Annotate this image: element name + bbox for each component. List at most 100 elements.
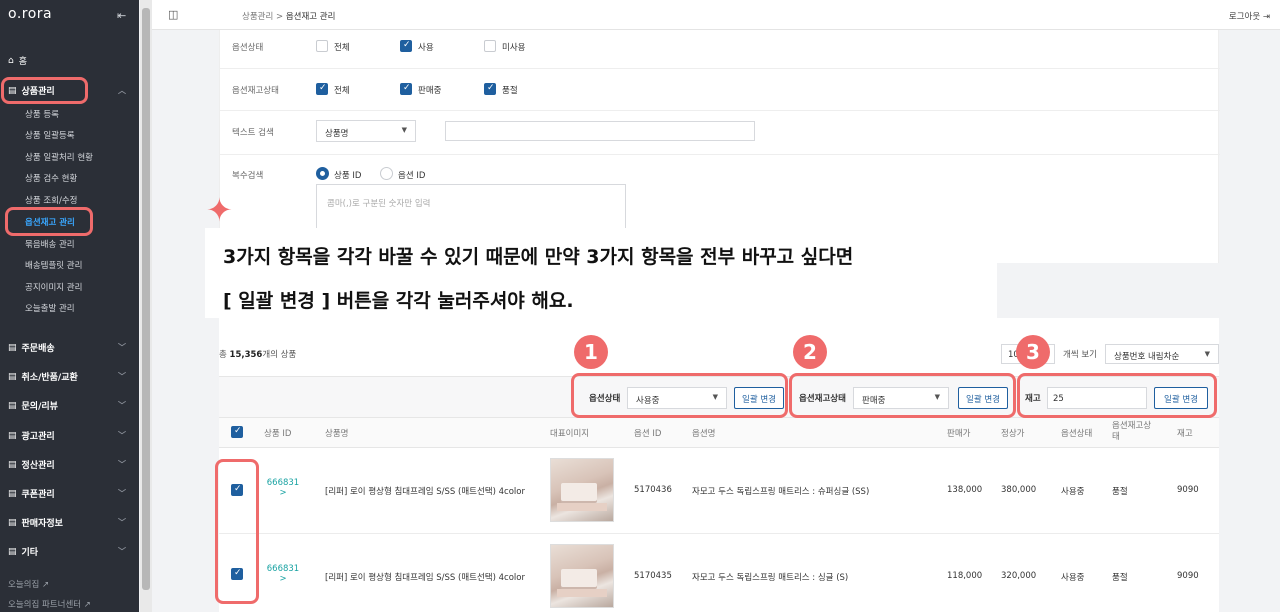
- logo: o.rora: [8, 6, 53, 22]
- header-stock-status: 옵션재고상태: [1112, 421, 1152, 442]
- stock-status-all-label: 전체: [334, 86, 350, 96]
- stock-status-selling-checkbox[interactable]: [400, 83, 412, 95]
- stock-status-soldout-label: 품절: [502, 86, 518, 96]
- badge-2: 2: [793, 335, 827, 369]
- text-search-label: 텍스트 검색: [232, 128, 274, 138]
- product-thumbnail: [550, 458, 614, 522]
- option-status-used-label: 사용: [418, 43, 434, 53]
- view-label: 개씩 보기: [1063, 350, 1097, 360]
- external-link-ohouse[interactable]: 오늘의집 ↗: [8, 578, 49, 590]
- text-search-input[interactable]: [445, 121, 755, 141]
- price: 118,000: [947, 571, 983, 581]
- option-status-all-checkbox[interactable]: [316, 40, 328, 52]
- sidebar-item-bulk-register[interactable]: 상품 일괄등록: [25, 129, 75, 141]
- logout-button[interactable]: 로그아웃 ⇥: [1229, 10, 1270, 22]
- sidebar-section-coupon[interactable]: ▤ 쿠폰관리 ﹀: [8, 487, 130, 501]
- table-header: 상품 ID 상품명 대표이미지 옵션 ID 옵션명 판매가 정상가 옵션상태 옵…: [219, 418, 1219, 448]
- option-id: 5170435: [634, 571, 672, 581]
- multi-search-textarea[interactable]: 콤마(,)로 구분된 숫자만 입력: [316, 184, 626, 230]
- sidebar-section-inquiry[interactable]: ▤ 문의/리뷰 ﹀: [8, 399, 130, 413]
- stock-status-all-checkbox[interactable]: [316, 83, 328, 95]
- caret-down-icon: ▼: [1204, 350, 1210, 358]
- external-link-icon: ↗: [41, 580, 50, 590]
- chevron-down-icon: ﹀: [118, 518, 126, 527]
- header-stock: 재고: [1177, 429, 1193, 439]
- sidebar-section-seller[interactable]: ▤ 판매자정보 ﹀: [8, 516, 130, 530]
- sidebar-item-home[interactable]: ⌂ 홈: [8, 54, 27, 68]
- topbar: ◫ 상품관리 > 옵션재고 관리 로그아웃 ⇥: [152, 0, 1280, 30]
- annotation-line-2: [ 일괄 변경 ] 버튼을 각각 눌러주셔야 해요.: [223, 290, 574, 312]
- sidebar-section-cancel[interactable]: ▤ 취소/반품/교환 ﹀: [8, 370, 130, 384]
- list-price: 380,000: [1001, 485, 1037, 495]
- chevron-up-icon: ︿: [118, 86, 126, 95]
- document-icon: ▤: [8, 546, 17, 557]
- chevron-down-icon: ﹀: [118, 343, 126, 352]
- sidebar-item-product-register[interactable]: 상품 등록: [25, 108, 59, 120]
- sidebar-scrollbar[interactable]: [140, 0, 152, 612]
- option-status-used-checkbox[interactable]: [400, 40, 412, 52]
- highlight-option-stock-item: [5, 207, 93, 236]
- document-icon: ▤: [8, 371, 17, 382]
- highlight-bulk-stock: [1017, 373, 1217, 418]
- sidebar-section-settlement[interactable]: ▤ 정산관리 ﹀: [8, 458, 130, 472]
- option-status: 사용중: [1061, 487, 1085, 497]
- chevron-down-icon: ﹀: [118, 489, 126, 498]
- logout-icon: ⇥: [1262, 12, 1270, 22]
- multi-search-option-id-radio[interactable]: [380, 167, 393, 180]
- header-product-name: 상품명: [325, 429, 349, 439]
- external-link-partner[interactable]: 오늘의집 파트너센터 ↗: [8, 598, 91, 610]
- divider: [220, 68, 1220, 69]
- multi-search-product-id-radio[interactable]: [316, 167, 329, 180]
- chevron-down-icon: ﹀: [118, 547, 126, 556]
- stock-status-selling-label: 판매중: [418, 86, 442, 96]
- collapse-sidebar-icon[interactable]: ⇤: [117, 9, 126, 22]
- product-thumbnail: [550, 544, 614, 608]
- divider: [220, 110, 1220, 111]
- header-thumbnail: 대표이미지: [550, 429, 590, 439]
- stock: 9090: [1177, 485, 1199, 495]
- table-row[interactable]: 666831> [리퍼] 로이 평상형 침대프레임 S/SS (매트선택) 4c…: [219, 448, 1219, 534]
- sidebar-section-etc[interactable]: ▤ 기타 ﹀: [8, 545, 130, 559]
- table-row[interactable]: 666831> [리퍼] 로이 평상형 침대프레임 S/SS (매트선택) 4c…: [219, 534, 1219, 612]
- stock-status-soldout-checkbox[interactable]: [484, 83, 496, 95]
- sidebar-item-product-edit[interactable]: 상품 조회/수정: [25, 194, 78, 206]
- divider: [220, 154, 1220, 155]
- caret-down-icon: ▼: [401, 126, 407, 134]
- option-name: 자모고 두스 독립스프링 매트리스 : 싱글 (S): [692, 573, 849, 583]
- sidebar-item-shipping-template[interactable]: 배송템플릿 관리: [25, 259, 82, 271]
- multi-search-product-id-label: 상품 ID: [334, 171, 362, 181]
- option-status-unused-checkbox[interactable]: [484, 40, 496, 52]
- option-status-all-label: 전체: [334, 43, 350, 53]
- badge-3: 3: [1016, 335, 1050, 369]
- document-icon: ▤: [8, 517, 17, 528]
- product-id-link[interactable]: 666831 >: [263, 564, 303, 584]
- annotation-line-1: 3가지 항목을 각각 바꿀 수 있기 때문에 만약 3가지 항목을 전부 바꾸고…: [223, 246, 854, 268]
- document-icon: ▤: [8, 430, 17, 441]
- document-icon: ▤: [8, 400, 17, 411]
- highlight-row-checkboxes: [215, 459, 259, 604]
- chevron-down-icon: ﹀: [118, 460, 126, 469]
- external-link-icon: ↗: [83, 600, 91, 610]
- multi-search-option-id-label: 옵션 ID: [398, 171, 426, 181]
- header-product-id: 상품 ID: [264, 429, 292, 439]
- price: 138,000: [947, 485, 983, 495]
- sidebar-item-inspection-status[interactable]: 상품 검수 현황: [25, 172, 77, 184]
- option-status-unused-label: 미사용: [502, 43, 526, 53]
- scrollbar-thumb[interactable]: [142, 8, 150, 590]
- breadcrumb: 상품관리 > 옵션재고 관리: [242, 12, 336, 22]
- sidebar-item-bulk-status[interactable]: 상품 일괄처리 현황: [25, 151, 93, 163]
- text-search-select[interactable]: 상품명 ▼: [316, 120, 416, 142]
- select-all-checkbox[interactable]: [231, 426, 243, 438]
- sidebar-section-ads[interactable]: ▤ 광고관리 ﹀: [8, 429, 130, 443]
- sort-select[interactable]: 상품번호 내림차순 ▼: [1105, 344, 1219, 364]
- sidebar-section-order[interactable]: ▤ 주문배송 ﹀: [8, 341, 130, 355]
- layout-icon[interactable]: ◫: [168, 8, 178, 21]
- product-id-link[interactable]: 666831 >: [263, 478, 303, 498]
- sidebar-item-today-departure[interactable]: 오늘출발 관리: [25, 302, 75, 314]
- sidebar-item-bundle-shipping[interactable]: 묶음배송 관리: [25, 238, 75, 250]
- stock-status: 품절: [1112, 573, 1128, 583]
- chevron-down-icon: ﹀: [118, 401, 126, 410]
- home-icon: ⌂: [8, 55, 14, 66]
- highlight-bulk-option-status: [571, 373, 788, 418]
- sidebar-item-notice-image[interactable]: 공지이미지 관리: [25, 281, 82, 293]
